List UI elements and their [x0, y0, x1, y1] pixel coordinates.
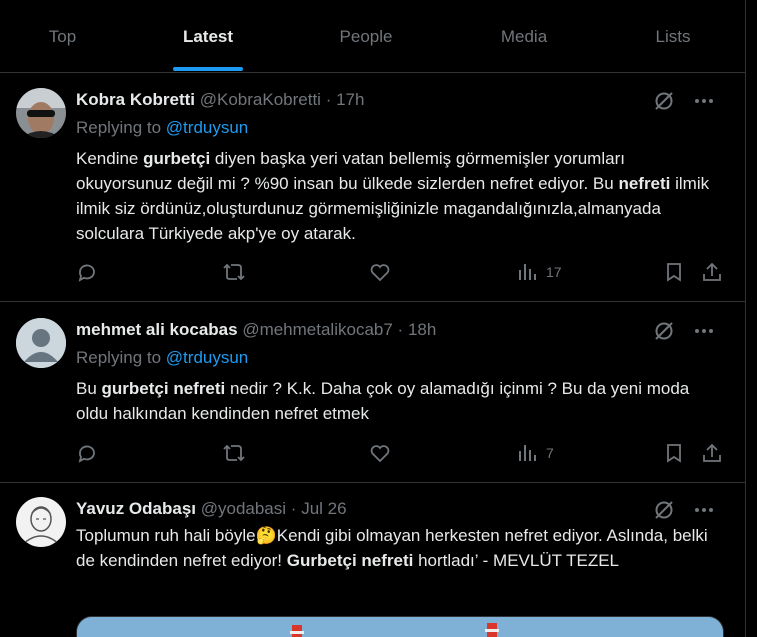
like-button[interactable] — [369, 442, 391, 464]
tweet-text: Kendine gurbetçi diyen başka yeri vatan … — [76, 146, 716, 246]
repost-icon — [223, 444, 245, 462]
tab-media[interactable]: Media — [441, 0, 607, 73]
tweet-text: Bu gurbetçi nefreti nedir ? K.k. Daha ço… — [76, 376, 716, 426]
tweet-header: Yavuz Odabaşı @yodabasi · Jul 26 — [76, 499, 347, 519]
tweet-header: mehmet ali kocabas @mehmetalikocab7 · 18… — [76, 320, 436, 340]
grok-icon[interactable] — [653, 320, 675, 342]
text-segment: Kendine — [76, 149, 144, 168]
tweet-actions: 7 — [76, 442, 726, 466]
reply-icon — [78, 445, 95, 463]
views-icon — [519, 445, 536, 461]
more-icon[interactable] — [693, 90, 715, 112]
tweet-media[interactable] — [76, 616, 724, 637]
author-handle[interactable]: @yodabasi — [201, 499, 286, 518]
replying-to: Replying to @trduysun — [76, 348, 248, 368]
like-icon — [370, 264, 390, 282]
media-image — [77, 617, 723, 637]
text-segment: Toplumun ruh hali böyle — [76, 526, 256, 545]
tweet-actions: 17 — [76, 261, 726, 285]
share-button[interactable] — [701, 261, 723, 283]
tab-label: People — [339, 26, 393, 46]
views-count: 7 — [546, 445, 554, 461]
views-count: 17 — [546, 264, 562, 280]
text-segment: hortladı’ - MEVLÜT TEZEL — [413, 551, 620, 570]
repost-icon — [223, 263, 245, 281]
highlighted-term: gurbetçi nefreti — [101, 379, 226, 398]
separator-dot: · — [290, 499, 297, 518]
share-button[interactable] — [701, 442, 723, 464]
like-icon — [370, 445, 390, 463]
column-divider — [745, 0, 746, 637]
views-button[interactable]: 7 — [516, 442, 554, 464]
replying-to-label: Replying to — [76, 118, 162, 137]
highlighted-term: Gurbetçi nefreti — [286, 551, 414, 570]
thinking-face-emoji: 🤔 — [255, 526, 277, 545]
avatar[interactable] — [16, 88, 66, 138]
tab-latest[interactable]: Latest — [125, 0, 291, 73]
tab-people[interactable]: People — [291, 0, 441, 73]
more-icon[interactable] — [693, 320, 715, 342]
reply-button[interactable] — [76, 442, 98, 464]
tweet-top-actions — [653, 90, 715, 112]
replying-to-mention[interactable]: @trduysun — [166, 348, 248, 367]
views-button[interactable]: 17 — [516, 261, 562, 283]
separator-dot: · — [397, 320, 404, 339]
tweet[interactable]: mehmet ali kocabas @mehmetalikocab7 · 18… — [0, 302, 745, 483]
bookmark-button[interactable] — [663, 442, 685, 464]
more-icon[interactable] — [693, 499, 715, 521]
text-segment: Bu — [76, 379, 102, 398]
tweet-header: Kobra Kobretti @KobraKobretti · 17h — [76, 90, 364, 110]
repost-button[interactable] — [222, 442, 246, 464]
reply-button[interactable] — [76, 261, 98, 283]
tab-label: Lists — [655, 26, 691, 46]
share-icon — [703, 262, 721, 281]
avatar[interactable] — [16, 318, 66, 368]
share-icon — [703, 443, 721, 462]
highlighted-term: gurbetçi — [143, 149, 211, 168]
highlighted-term: nefreti — [618, 174, 671, 193]
tweet[interactable]: Yavuz Odabaşı @yodabasi · Jul 26 Toplumu… — [0, 483, 745, 637]
tab-label: Media — [500, 26, 548, 46]
author-handle[interactable]: @KobraKobretti — [200, 90, 321, 109]
active-tab-indicator — [173, 67, 243, 71]
search-tabs: Top Latest People Media Lists — [0, 0, 745, 73]
tweet-top-actions — [653, 499, 715, 521]
author-name[interactable]: mehmet ali kocabas — [76, 320, 238, 339]
tab-lists[interactable]: Lists — [607, 0, 739, 73]
like-button[interactable] — [369, 261, 391, 283]
avatar[interactable] — [16, 497, 66, 547]
tweet-time[interactable]: Jul 26 — [301, 499, 346, 518]
grok-icon[interactable] — [653, 90, 675, 112]
author-name[interactable]: Kobra Kobretti — [76, 90, 195, 109]
tab-label: Top — [48, 26, 77, 46]
views-icon — [519, 264, 536, 280]
tab-label: Latest — [182, 26, 234, 46]
author-handle[interactable]: @mehmetalikocab7 — [242, 320, 393, 339]
tweet-time[interactable]: 18h — [408, 320, 436, 339]
bookmark-button[interactable] — [663, 261, 685, 283]
tweet-top-actions — [653, 320, 715, 342]
reply-icon — [78, 264, 95, 282]
author-name[interactable]: Yavuz Odabaşı — [76, 499, 196, 518]
tweet[interactable]: Kobra Kobretti @KobraKobretti · 17h Repl… — [0, 74, 745, 302]
tab-top[interactable]: Top — [0, 0, 125, 73]
tweet-text: Toplumun ruh hali böyle🤔Kendi gibi olmay… — [76, 523, 716, 573]
bookmark-icon — [667, 444, 681, 463]
replying-to-label: Replying to — [76, 348, 162, 367]
replying-to-mention[interactable]: @trduysun — [166, 118, 248, 137]
tweet-time[interactable]: 17h — [336, 90, 364, 109]
grok-icon[interactable] — [653, 499, 675, 521]
replying-to: Replying to @trduysun — [76, 118, 248, 138]
bookmark-icon — [667, 263, 681, 282]
repost-button[interactable] — [222, 261, 246, 283]
separator-dot: · — [325, 90, 332, 109]
